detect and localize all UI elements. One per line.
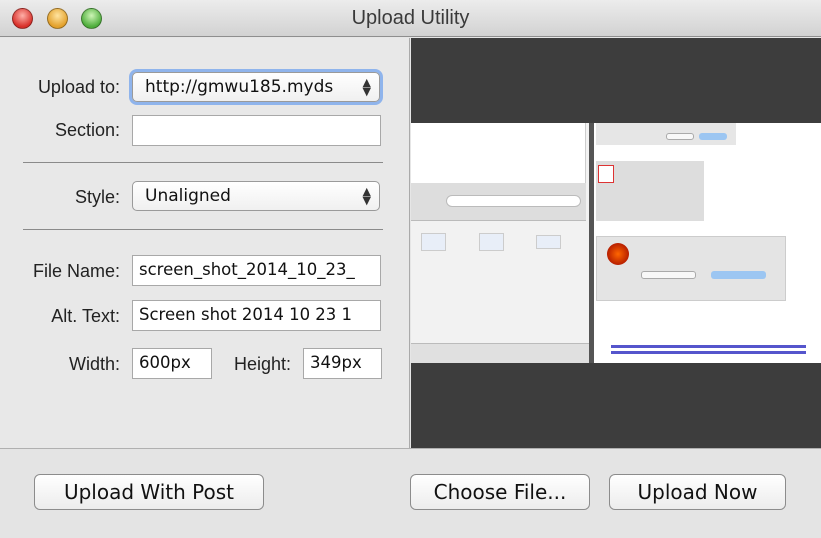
- divider: [23, 162, 383, 163]
- alt-text-label: Alt. Text:: [51, 306, 120, 326]
- divider: [23, 229, 383, 230]
- title-bar: Upload Utility: [0, 0, 821, 37]
- stepper-arrows-icon: ▲ ▼: [362, 76, 371, 98]
- bottom-bar: Upload With Post Choose File... Upload N…: [0, 448, 821, 538]
- style-label: Style:: [74, 187, 120, 207]
- stepper-arrows-icon: ▲ ▼: [362, 185, 371, 207]
- image-preview: [411, 38, 821, 448]
- height-input[interactable]: 349px: [303, 348, 382, 379]
- upload-with-post-button[interactable]: Upload With Post: [34, 474, 264, 510]
- form-panel: Upload to: http://gmwu185.myds ▲ ▼ Sectio…: [0, 38, 410, 448]
- height-label: Height:: [233, 354, 291, 374]
- upload-now-button[interactable]: Upload Now: [609, 474, 786, 510]
- section-label: Section:: [54, 120, 120, 140]
- width-label: Width:: [68, 354, 120, 374]
- upload-to-select[interactable]: http://gmwu185.myds ▲ ▼: [132, 72, 380, 102]
- choose-file-button[interactable]: Choose File...: [410, 474, 590, 510]
- file-name-input[interactable]: screen_shot_2014_10_23_: [132, 255, 381, 286]
- alt-text-input[interactable]: Screen shot 2014 10 23 1: [132, 300, 381, 331]
- style-value: Unaligned: [145, 186, 231, 206]
- preview-screenshot-image: [411, 123, 821, 363]
- upload-to-label: Upload to:: [37, 77, 120, 97]
- section-input[interactable]: [132, 115, 381, 146]
- file-name-label: File Name:: [32, 261, 120, 281]
- upload-to-value: http://gmwu185.myds: [145, 77, 334, 97]
- window-title: Upload Utility: [351, 7, 470, 29]
- style-select[interactable]: Unaligned ▲ ▼: [132, 181, 380, 211]
